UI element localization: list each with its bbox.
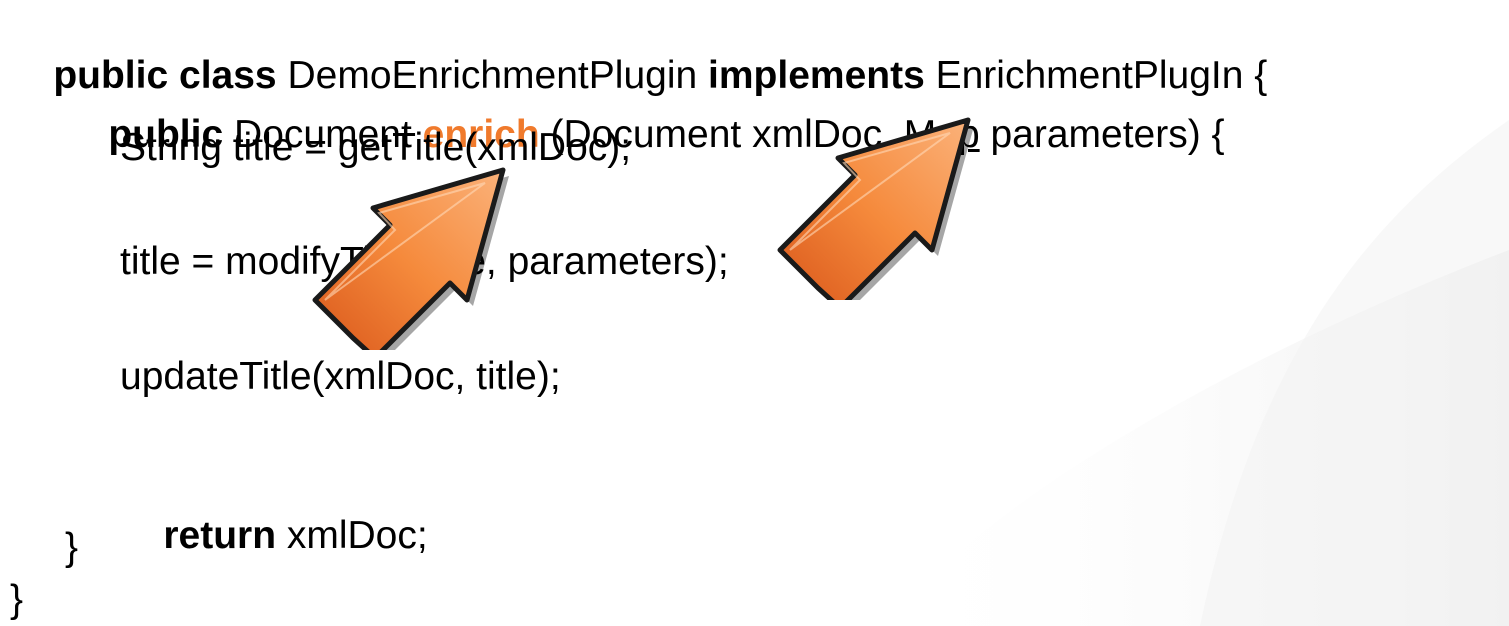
method-close-brace: }	[65, 526, 79, 569]
return-value: xmlDoc;	[276, 514, 428, 557]
arrow-icon	[312, 167, 509, 350]
code-line-update-title: updateTitle(xmlDoc, title);	[120, 355, 561, 398]
code-block: public class DemoEnrichmentPlugin implem…	[0, 0, 1509, 626]
params-close: parameters) {	[979, 113, 1225, 156]
open-brace: {	[1254, 54, 1268, 97]
arrow-icon	[777, 117, 974, 300]
keyword-return: return	[163, 514, 277, 557]
code-line-return: return xmlDoc;	[120, 470, 428, 602]
class-close-brace: }	[10, 578, 24, 621]
